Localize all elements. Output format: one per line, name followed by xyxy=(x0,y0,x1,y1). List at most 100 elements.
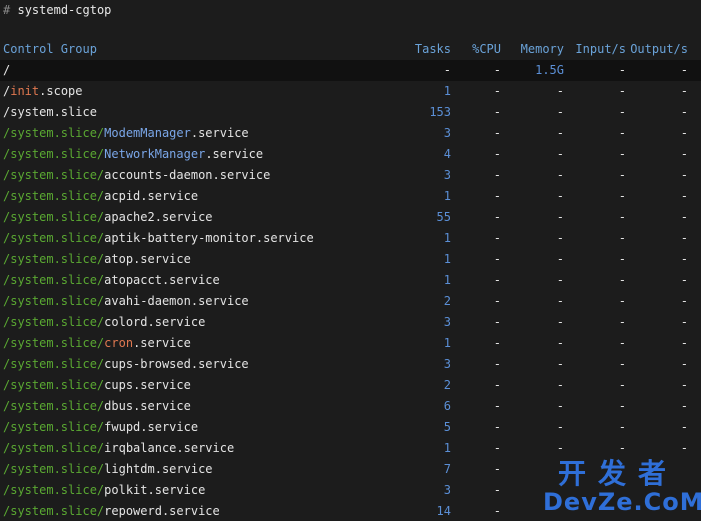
group-prefix: /system.slice/ xyxy=(3,441,105,455)
control-group-path: /system.slice/atopacct.service xyxy=(3,270,220,291)
memory-value: - xyxy=(556,315,564,329)
task-count: 2 xyxy=(443,294,451,308)
unit-name: colord xyxy=(104,315,148,329)
task-count: 153 xyxy=(429,105,451,119)
input-rate: - xyxy=(618,126,626,140)
cpu-value: - xyxy=(493,210,501,224)
unit-name: cron xyxy=(104,336,134,350)
input-rate: - xyxy=(618,378,626,392)
unit-name: NetworkManager xyxy=(104,147,206,161)
output-rate: - xyxy=(680,273,688,287)
unit-suffix: .service xyxy=(133,336,191,350)
output-rate: - xyxy=(680,168,688,182)
cpu-value: - xyxy=(493,252,501,266)
memory-value: - xyxy=(556,294,564,308)
group-prefix: /system.slice/ xyxy=(3,378,105,392)
task-count: 3 xyxy=(443,126,451,140)
control-group-path: /system.slice/accounts-daemon.service xyxy=(3,165,270,186)
unit-name: avahi-daemon xyxy=(104,294,191,308)
output-rate: - xyxy=(680,252,688,266)
unit-suffix: .service xyxy=(147,315,206,329)
task-count: - xyxy=(443,63,451,77)
cpu-value: - xyxy=(493,504,501,518)
table-row: /system.slice/atop.service 1 - - - - xyxy=(0,249,701,270)
group-prefix: /system.slice/ xyxy=(3,168,105,182)
cpu-value: - xyxy=(493,462,501,476)
header-input: Input/s xyxy=(575,42,626,56)
control-group-path: /system.slice/cron.service xyxy=(3,333,191,354)
cpu-value: - xyxy=(493,147,501,161)
unit-name: irqbalance xyxy=(104,441,177,455)
group-prefix: /system.slice/ xyxy=(3,420,105,434)
table-body: / - -1.5G - -/init.scope 1- - - -/system.slice 15… xyxy=(0,60,701,521)
table-row: /system.slice/repowerd.service 14 - xyxy=(0,501,701,521)
output-rate: - xyxy=(680,210,688,224)
table-row: /init.scope 1 - - - - xyxy=(0,81,701,102)
unit-suffix: .service xyxy=(133,378,191,392)
terminal-window[interactable]: # systemd-cgtop Control Group Tasks %CPU… xyxy=(0,0,701,521)
task-count: 3 xyxy=(443,483,451,497)
table-row: /system.slice/irqbalance.service 1 - - - - xyxy=(0,438,701,459)
input-rate: - xyxy=(618,168,626,182)
cpu-value: - xyxy=(493,168,501,182)
memory-value: - xyxy=(556,378,564,392)
unit-suffix: .service xyxy=(154,210,213,224)
task-count: 1 xyxy=(443,231,451,245)
cgroup-table: Control Group Tasks %CPU Memory Input/s … xyxy=(0,39,701,521)
cpu-value: - xyxy=(493,231,501,245)
memory-value: - xyxy=(556,252,564,266)
control-group-path: /system.slice/ModemManager.service xyxy=(3,123,249,144)
table-row: /system.slice/accounts-daemon.service 3 - -… xyxy=(0,165,701,186)
table-row: /system.slice/acpid.service 1 - - - - xyxy=(0,186,701,207)
unit-name: cups-browsed xyxy=(104,357,191,371)
group-prefix: /system.slice/ xyxy=(3,189,105,203)
control-group-path: / xyxy=(3,60,10,81)
table-row: /system.slice/atopacct.service 1 - - - - xyxy=(0,270,701,291)
output-rate: - xyxy=(680,189,688,203)
task-count: 1 xyxy=(443,84,451,98)
unit-name: lightdm xyxy=(104,462,155,476)
unit-name: cups xyxy=(104,378,134,392)
unit-name: atopacct xyxy=(104,273,162,287)
group-prefix: /system.slice/ xyxy=(3,336,105,350)
task-count: 5 xyxy=(443,420,451,434)
unit-suffix: .service xyxy=(154,462,213,476)
control-group-path: /system.slice/dbus.service xyxy=(3,396,191,417)
cpu-value: - xyxy=(493,126,501,140)
task-count: 7 xyxy=(443,462,451,476)
output-rate: - xyxy=(680,147,688,161)
task-count: 1 xyxy=(443,252,451,266)
unit-suffix: .service xyxy=(161,504,220,518)
unit-suffix: .service xyxy=(176,441,235,455)
control-group-path: /system.slice xyxy=(3,102,97,123)
group-prefix: /system.slice/ xyxy=(3,357,105,371)
input-rate: - xyxy=(618,357,626,371)
unit-name: polkit xyxy=(104,483,148,497)
output-rate: - xyxy=(680,105,688,119)
unit-name: atop xyxy=(104,252,134,266)
memory-value: 1.5G xyxy=(535,63,564,77)
unit-name: acpid xyxy=(104,189,141,203)
group-prefix: /system.slice/ xyxy=(3,273,105,287)
memory-value: - xyxy=(556,168,564,182)
group-prefix: /system.slice/ xyxy=(3,252,105,266)
cpu-value: - xyxy=(493,273,501,287)
unit-name: ModemManager xyxy=(104,126,191,140)
group-prefix: /system.slice/ xyxy=(3,504,105,518)
memory-value: - xyxy=(556,147,564,161)
header-control-group: Control Group xyxy=(3,42,97,56)
memory-value: - xyxy=(556,273,564,287)
unit-name: fwupd xyxy=(104,420,141,434)
table-row: / - - 1.5G - - xyxy=(0,60,701,81)
input-rate: - xyxy=(618,210,626,224)
header-memory: Memory xyxy=(520,42,564,56)
unit-suffix: .service xyxy=(133,252,191,266)
cpu-value: - xyxy=(493,315,501,329)
unit-suffix: .service xyxy=(190,357,249,371)
input-rate: - xyxy=(618,441,626,455)
unit-name: repowerd xyxy=(104,504,162,518)
control-group-path: /system.slice/fwupd.service xyxy=(3,417,198,438)
task-count: 55 xyxy=(436,210,451,224)
cpu-value: - xyxy=(493,105,501,119)
input-rate: - xyxy=(618,231,626,245)
